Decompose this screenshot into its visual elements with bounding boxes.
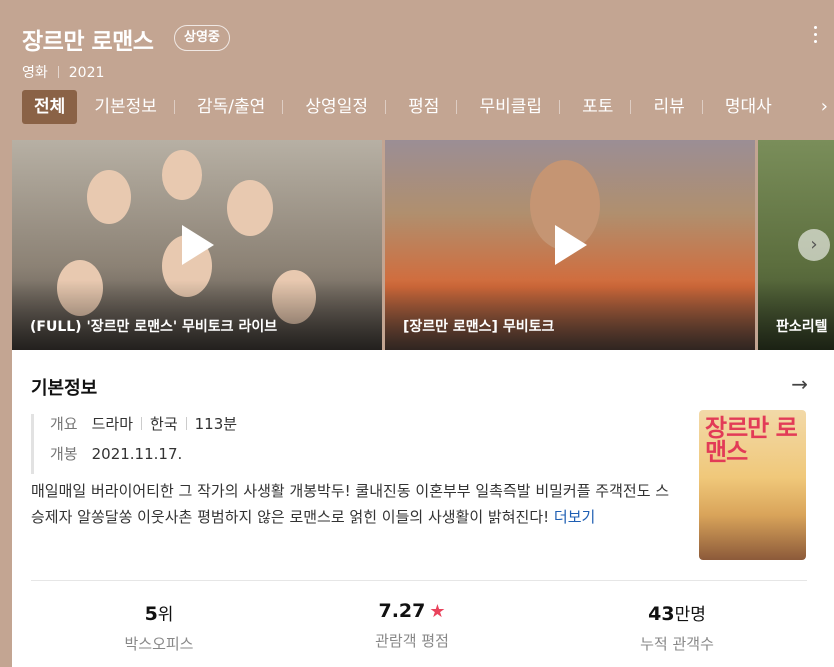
overview-row: 개요 드라마 한국 113분	[50, 414, 237, 444]
poster-title: 장르만 로맨스	[705, 414, 798, 466]
tab-all[interactable]: 전체	[22, 90, 78, 124]
more-link[interactable]: 더보기	[554, 508, 595, 526]
release-date: 2021.11.17.	[91, 445, 183, 463]
tab-divider	[173, 100, 175, 114]
video-caption: (FULL) '장르만 로맨스' 무비토크 라이브	[30, 319, 278, 335]
tab-divider	[630, 100, 632, 114]
tab-movie-clip[interactable]: 무비클립	[467, 90, 554, 124]
tab-basic-info[interactable]: 기본정보	[82, 90, 169, 124]
star-icon: ★	[429, 601, 446, 622]
video-card[interactable]: (FULL) '장르만 로맨스' 무비토크 라이브	[12, 140, 382, 350]
audience-count: 43	[648, 603, 675, 625]
info-divider	[141, 417, 143, 430]
video-card[interactable]: [장르만 로맨스] 무비토크	[385, 140, 755, 350]
tab-rating[interactable]: 평점	[396, 90, 451, 124]
thumbnail-shade	[385, 280, 755, 350]
video-caption: 판소리텔	[776, 319, 828, 335]
stat-label: 박스오피스	[124, 635, 194, 653]
tab-photo[interactable]: 포토	[570, 90, 625, 124]
country-text: 한국	[150, 415, 178, 433]
stat-label: 누적 관객수	[640, 635, 714, 653]
meta-divider	[57, 66, 59, 78]
release-label: 개봉	[50, 445, 78, 463]
box-office-stat: 5위 박스오피스	[49, 600, 269, 654]
thumbnail-shade	[758, 280, 834, 350]
info-list: 개요 드라마 한국 113분 개봉 2021.11.17.	[31, 414, 237, 474]
tab-divider	[282, 100, 284, 114]
thumbnail-face	[87, 170, 131, 224]
rank-unit: 위	[157, 605, 174, 625]
tab-schedule[interactable]: 상영일정	[293, 90, 380, 124]
carousel-next-icon[interactable]: ›	[798, 229, 830, 261]
tab-director-cast[interactable]: 감독/출연	[185, 90, 277, 124]
runtime-text: 113분	[194, 415, 238, 433]
box-office-rank: 5	[144, 603, 158, 625]
release-row: 개봉 2021.11.17.	[50, 444, 237, 474]
status-badge: 상영중	[174, 25, 230, 51]
tab-divider	[384, 100, 386, 114]
stats-divider	[31, 580, 807, 581]
tab-review[interactable]: 리뷰	[641, 90, 696, 124]
stat-label: 관람객 평점	[375, 632, 449, 650]
genre-text: 드라마	[91, 415, 134, 433]
movie-title: 장르만 로맨스	[22, 29, 154, 55]
thumbnail-shade	[12, 280, 382, 350]
overview-label: 개요	[50, 415, 78, 433]
video-caption: [장르만 로맨스] 무비토크	[403, 319, 555, 335]
tab-divider	[701, 100, 703, 114]
movie-meta: 영화 2021	[22, 62, 104, 82]
year-text: 2021	[68, 65, 105, 81]
synopsis: 매일매일 버라이어티한 그 작가의 사생활 개봉박두! 쿨내진동 이혼부부 일촉…	[31, 478, 681, 530]
section-title: 기본정보	[31, 378, 98, 399]
tab-quotes[interactable]: 명대사	[713, 90, 784, 124]
stat-value: 43만명	[567, 600, 787, 625]
thumbnail-face	[227, 180, 273, 236]
category-text: 영화	[22, 65, 48, 81]
tab-divider	[559, 100, 561, 114]
info-divider	[185, 417, 187, 430]
tab-bar: 전체 기본정보 감독/출연 상영일정 평점 무비클립 포토 리뷰 명대사	[22, 90, 812, 126]
more-options-icon[interactable]	[808, 26, 822, 50]
audience-rating-stat: 7.27 ★ 관람객 평점	[302, 600, 522, 651]
movie-poster[interactable]: 장르만 로맨스	[699, 410, 806, 560]
total-audience-stat: 43만명 누적 관객수	[567, 600, 787, 654]
rating-value: 7.27	[378, 600, 426, 622]
thumbnail-face	[162, 150, 202, 200]
tabs-next-chevron-icon[interactable]: ›	[821, 96, 828, 117]
audience-unit: 만명	[674, 605, 706, 625]
tab-divider	[456, 100, 458, 114]
movie-header: 장르만 로맨스 상영중 영화 2021 전체 기본정보 감독/출연 상영일정 평점…	[0, 0, 834, 140]
stat-value: 7.27 ★	[302, 600, 522, 622]
play-icon[interactable]	[182, 225, 214, 265]
basic-info-card: 기본정보 → 개요 드라마 한국 113분 개봉 2021.11.17. 매일매일 버라…	[12, 350, 834, 667]
stat-value: 5위	[49, 600, 269, 625]
play-icon[interactable]	[555, 225, 587, 265]
video-carousel: (FULL) '장르만 로맨스' 무비토크 라이브 [장르만 로맨스] 무비토크…	[12, 140, 834, 350]
arrow-right-icon[interactable]: →	[791, 372, 808, 396]
